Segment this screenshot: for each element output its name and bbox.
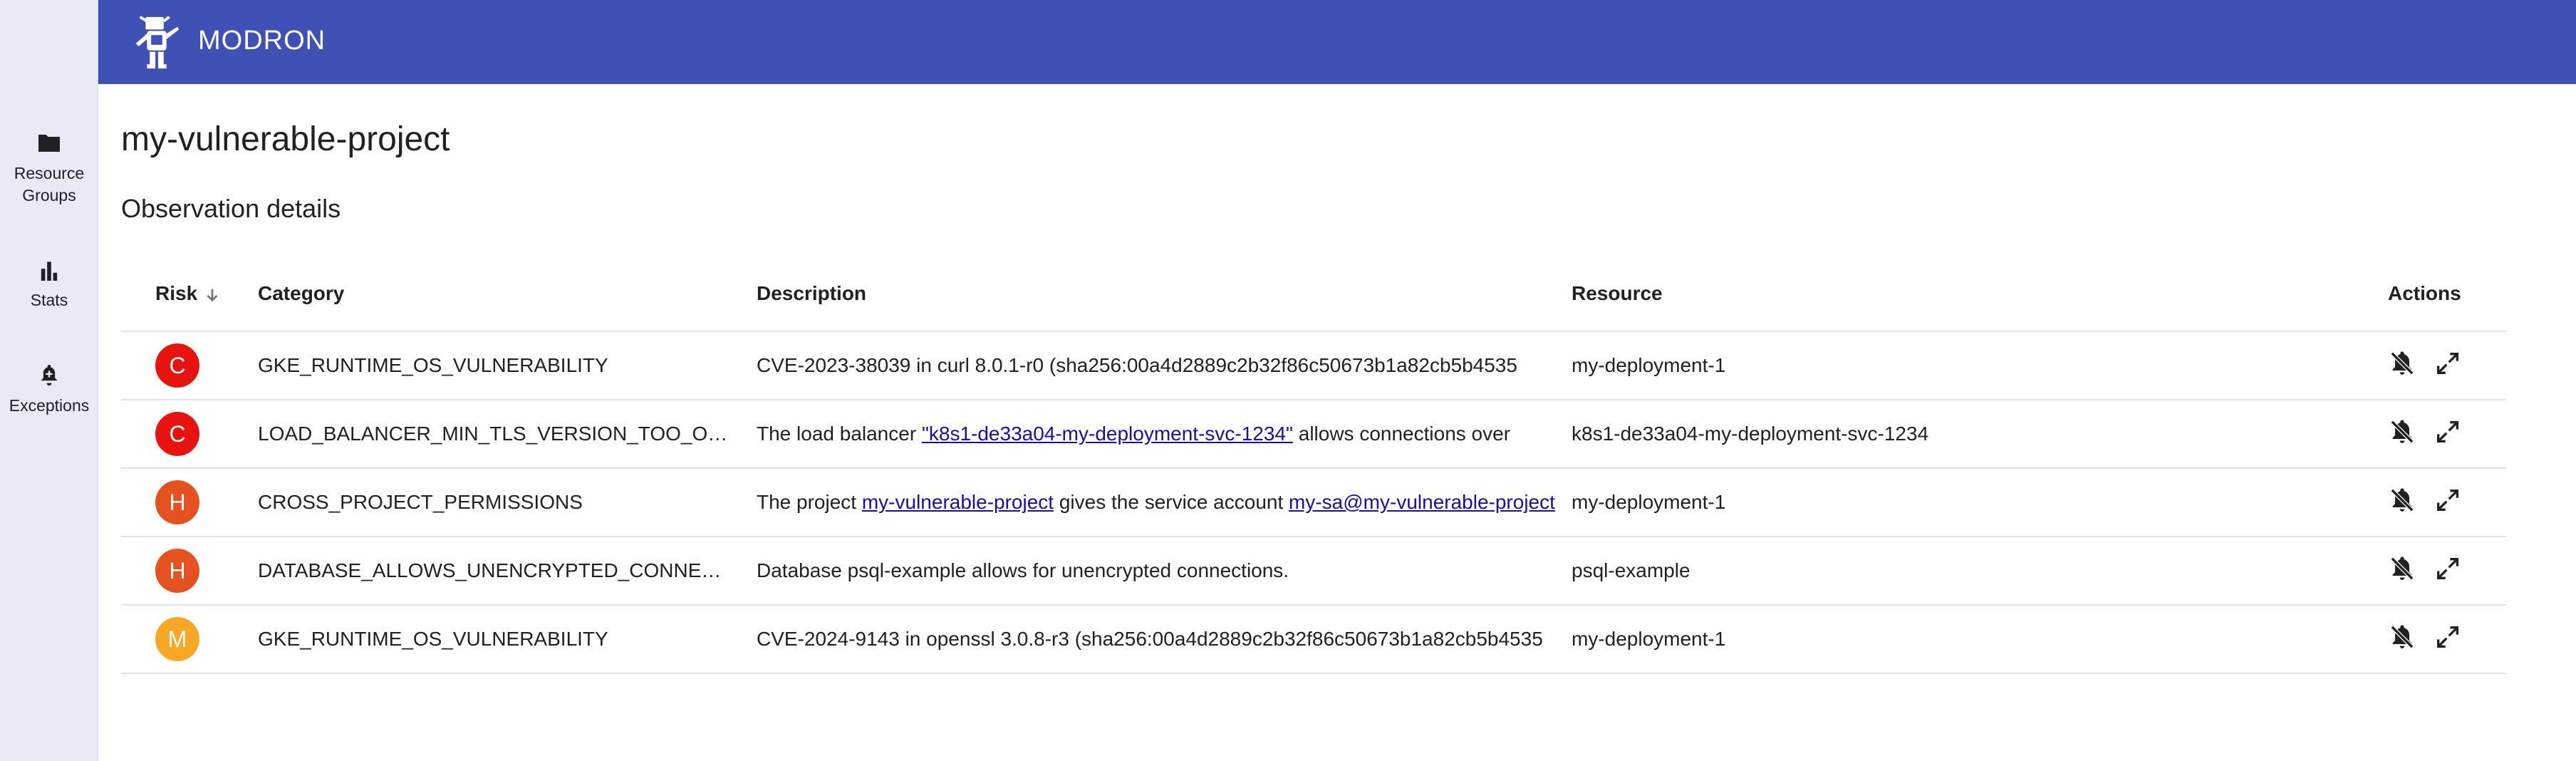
- resource-text: my-deployment-1: [1572, 628, 1726, 650]
- description-text: Database psql-example allows for unencry…: [757, 559, 1289, 581]
- category-text: CROSS_PROJECT_PERMISSIONS: [258, 491, 583, 513]
- actions-cell: [2388, 400, 2506, 469]
- actions-cell: [2388, 537, 2506, 606]
- risk-badge: C: [155, 343, 199, 388]
- nav-label-resource-groups: Resource Groups: [14, 164, 85, 205]
- description-text: The project: [757, 491, 862, 513]
- page-title: my-vulnerable-project: [121, 120, 450, 158]
- expand-icon[interactable]: [2434, 486, 2462, 519]
- resource-cell: k8s1-de33a04-my-deployment-svc-1234: [1572, 400, 2388, 469]
- table-row[interactable]: C LOAD_BALANCER_MIN_TLS_VERSION_TOO_OLD Th…: [121, 400, 2506, 469]
- header-resource[interactable]: Resource: [1572, 257, 2388, 332]
- description-text: The load balancer: [757, 423, 922, 445]
- description-link[interactable]: "k8s1-de33a04-my-deployment-svc-1234": [922, 423, 1293, 445]
- resource-cell: my-deployment-1: [1572, 468, 2388, 537]
- description-cell: The load balancer "k8s1-de33a04-my-deplo…: [757, 400, 1572, 469]
- header-risk-label: Risk: [155, 282, 198, 304]
- category-cell: GKE_RUNTIME_OS_VULNERABILITY: [258, 331, 757, 400]
- nav-item-resource-groups[interactable]: Resource Groups: [0, 133, 98, 207]
- arrow-down-icon[interactable]: [204, 286, 220, 304]
- risk-cell: C: [121, 400, 258, 469]
- risk-cell: H: [121, 537, 258, 606]
- app-bar: MODRON: [98, 0, 2576, 84]
- description-cell: Database psql-example allows for unencry…: [757, 537, 1572, 606]
- resource-cell: my-deployment-1: [1572, 331, 2388, 400]
- description-cell: The project my-vulnerable-project gives …: [757, 468, 1572, 537]
- description-text: gives the service account: [1054, 491, 1289, 513]
- risk-badge: C: [155, 412, 199, 456]
- header-description[interactable]: Description: [757, 257, 1572, 332]
- expand-icon[interactable]: [2434, 623, 2462, 656]
- bar-chart-icon: [41, 262, 58, 281]
- description-text: allows connections over: [1292, 423, 1511, 445]
- risk-cell: H: [121, 468, 258, 537]
- resource-text: psql-example: [1572, 559, 1690, 581]
- actions-cell: [2388, 331, 2506, 400]
- risk-cell: C: [121, 331, 258, 400]
- header-category[interactable]: Category: [258, 257, 757, 332]
- category-text: LOAD_BALANCER_MIN_TLS_VERSION_TOO_OLD: [258, 423, 734, 445]
- category-cell: CROSS_PROJECT_PERMISSIONS: [258, 468, 757, 537]
- header-risk[interactable]: Risk: [121, 257, 258, 332]
- actions-cell: [2388, 468, 2506, 537]
- resource-text: my-deployment-1: [1572, 491, 1726, 513]
- actions-cell: [2388, 605, 2506, 674]
- table-header-row: Risk Category Description Resource Actio…: [121, 257, 2506, 332]
- expand-icon[interactable]: [2434, 349, 2462, 383]
- category-cell: DATABASE_ALLOWS_UNENCRYPTED_CONNECTIONS: [258, 537, 757, 606]
- nav-item-exceptions[interactable]: Exceptions: [0, 363, 98, 417]
- expand-icon[interactable]: [2434, 554, 2462, 588]
- nav-label-stats: Stats: [30, 291, 68, 309]
- category-cell: GKE_RUNTIME_OS_VULNERABILITY: [258, 605, 757, 674]
- description-cell: CVE-2023-38039 in curl 8.0.1-r0 (sha256:…: [757, 331, 1572, 400]
- nav-label-exceptions: Exceptions: [9, 396, 90, 415]
- robot-logo-icon[interactable]: [130, 13, 184, 71]
- description-text: CVE-2024-9143 in openssl 3.0.8-r3 (sha25…: [757, 628, 1543, 650]
- resource-cell: my-deployment-1: [1572, 605, 2388, 674]
- resource-text: my-deployment-1: [1572, 354, 1726, 376]
- category-cell: LOAD_BALANCER_MIN_TLS_VERSION_TOO_OLD: [258, 400, 757, 469]
- risk-badge: H: [155, 480, 199, 524]
- description-link[interactable]: my-sa@my-vulnerable-project: [1289, 491, 1555, 513]
- category-text: GKE_RUNTIME_OS_VULNERABILITY: [258, 354, 608, 376]
- expand-icon[interactable]: [2434, 418, 2462, 451]
- bell-off-icon[interactable]: [2388, 486, 2416, 519]
- resource-cell: psql-example: [1572, 537, 2388, 606]
- nav-rail: Resource Groups Stats Exceptions: [0, 0, 98, 761]
- risk-cell: M: [121, 605, 258, 674]
- header-actions: Actions: [2388, 257, 2506, 332]
- description-cell: CVE-2024-9143 in openssl 3.0.8-r3 (sha25…: [757, 605, 1572, 674]
- table-row[interactable]: M GKE_RUNTIME_OS_VULNERABILITY CVE-2024-91…: [121, 605, 2506, 674]
- description-text: CVE-2023-38039 in curl 8.0.1-r0 (sha256:…: [757, 354, 1517, 376]
- category-text: DATABASE_ALLOWS_UNENCRYPTED_CONNECTIONS: [258, 559, 757, 581]
- table-row[interactable]: H CROSS_PROJECT_PERMISSIONS The project my…: [121, 468, 2506, 537]
- section-title: Observation details: [121, 194, 341, 223]
- bell-off-icon[interactable]: [2388, 554, 2416, 588]
- risk-badge: H: [155, 549, 199, 593]
- table-row[interactable]: C GKE_RUNTIME_OS_VULNERABILITY CVE-2023-38…: [121, 331, 2506, 400]
- app-brand[interactable]: MODRON: [198, 26, 326, 56]
- description-link[interactable]: my-vulnerable-project: [862, 491, 1054, 513]
- table-row[interactable]: H DATABASE_ALLOWS_UNENCRYPTED_CONNECTIONS…: [121, 537, 2506, 606]
- bell-off-icon[interactable]: [2388, 623, 2416, 656]
- folder-icon: [38, 135, 60, 152]
- resource-text: k8s1-de33a04-my-deployment-svc-1234: [1572, 423, 1929, 445]
- category-text: GKE_RUNTIME_OS_VULNERABILITY: [258, 628, 608, 650]
- bell-off-icon[interactable]: [2388, 418, 2416, 451]
- bell-plus-icon: [41, 365, 58, 386]
- bell-off-icon[interactable]: [2388, 349, 2416, 383]
- observations-table: Risk Category Description Resource Actio…: [121, 257, 2506, 674]
- nav-item-stats[interactable]: Stats: [0, 261, 98, 311]
- risk-badge: M: [155, 617, 199, 661]
